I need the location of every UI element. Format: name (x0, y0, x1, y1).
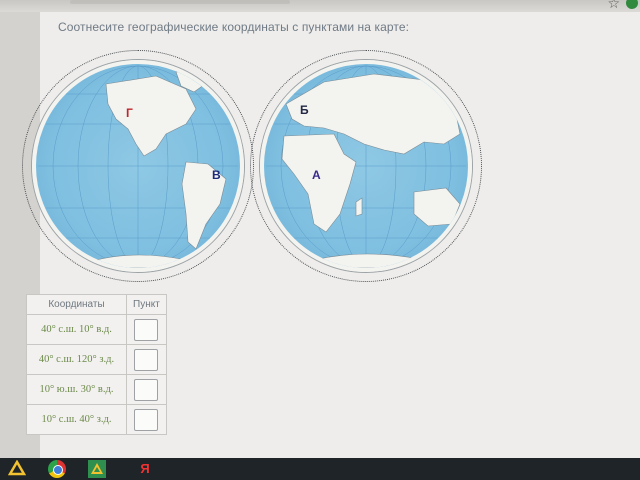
answer-cell (126, 404, 167, 435)
answer-input[interactable] (134, 348, 159, 371)
eastern-hemisphere-map (260, 60, 472, 272)
map-point-a: А (312, 168, 321, 182)
map-point-v: В (212, 168, 221, 182)
coordinate-cell: 10° с.ш. 40° з.д. (26, 404, 127, 435)
google-drive-icon[interactable] (88, 460, 106, 478)
column-header-point: Пункт (126, 294, 167, 315)
answer-cell (126, 344, 167, 375)
answer-input[interactable] (134, 408, 159, 431)
table-row: 10° ю.ш. 30° в.д. (26, 374, 167, 405)
answer-cell (126, 374, 167, 405)
coordinate-cell: 10° ю.ш. 30° в.д. (26, 374, 127, 405)
table-row: 40° с.ш. 120° з.д. (26, 344, 167, 375)
table-row: 40° с.ш. 10° в.д. (26, 314, 167, 345)
taskbar: Я (0, 458, 640, 480)
extension-icon[interactable] (626, 0, 638, 9)
table-header-row: Координаты Пункт (26, 294, 167, 315)
google-drive-icon[interactable] (8, 460, 26, 478)
coordinate-cell: 40° с.ш. 10° в.д. (26, 314, 127, 345)
column-header-coordinates: Координаты (26, 294, 127, 315)
matching-table: Координаты Пункт 40° с.ш. 10° в.д. 40° с… (26, 294, 167, 435)
question-text: Соотнесите географические координаты с п… (58, 20, 410, 34)
map-point-b: Б (300, 103, 309, 117)
answer-cell (126, 314, 167, 345)
chrome-icon[interactable] (48, 460, 66, 478)
map-point-g: Г (126, 106, 133, 120)
coordinate-cell: 40° с.ш. 120° з.д. (26, 344, 127, 375)
answer-input[interactable] (134, 318, 159, 341)
tab-strip[interactable] (70, 0, 290, 4)
yandex-icon[interactable]: Я (136, 460, 154, 478)
table-row: 10° с.ш. 40° з.д. (26, 404, 167, 435)
western-hemisphere-map (32, 60, 244, 272)
browser-toolbar: ☆ (0, 0, 640, 12)
answer-input[interactable] (134, 378, 159, 401)
star-icon[interactable]: ☆ (607, 0, 620, 12)
